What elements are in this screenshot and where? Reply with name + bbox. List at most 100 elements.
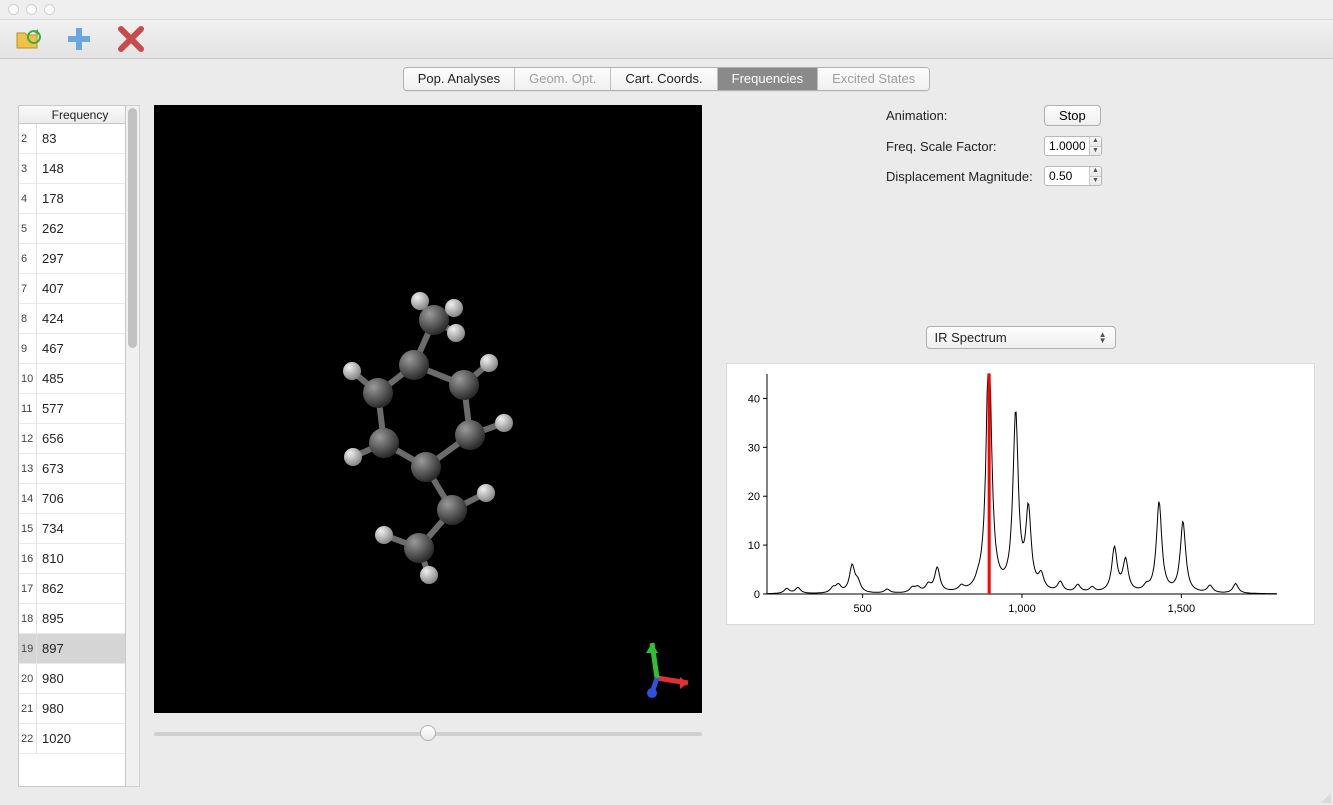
tab-frequencies[interactable]: Frequencies [718, 68, 819, 90]
spectrum-dropdown[interactable]: IR Spectrum ▲▼ [926, 326, 1116, 349]
displacement-field[interactable]: ▲ ▼ [1044, 166, 1102, 186]
row-value: 148 [37, 161, 125, 176]
molecule-viewer[interactable] [154, 105, 702, 713]
axis-gizmo-icon [622, 633, 692, 703]
minimize-icon[interactable] [26, 4, 37, 15]
titlebar [0, 0, 1333, 20]
row-value: 407 [37, 281, 125, 296]
table-row[interactable]: 221020 [19, 724, 125, 754]
table-row[interactable]: 19897 [19, 634, 125, 664]
displacement-stepper[interactable]: ▲ ▼ [1089, 167, 1101, 185]
row-value: 980 [37, 671, 125, 686]
add-icon[interactable] [64, 24, 94, 54]
svg-text:1,000: 1,000 [1008, 603, 1036, 615]
row-index: 12 [19, 424, 37, 453]
animation-label: Animation: [886, 108, 1044, 123]
table-row[interactable]: 283 [19, 124, 125, 154]
displacement-input[interactable] [1045, 167, 1089, 185]
svg-text:500: 500 [853, 603, 871, 615]
row-index: 8 [19, 304, 37, 333]
chevron-up-icon[interactable]: ▲ [1090, 137, 1101, 147]
table-row[interactable]: 10485 [19, 364, 125, 394]
toolbar [0, 20, 1333, 59]
row-value: 862 [37, 581, 125, 596]
row-value: 980 [37, 701, 125, 716]
close-icon[interactable] [8, 4, 19, 15]
tab-geom-opt: Geom. Opt. [515, 68, 611, 90]
scrollbar-thumb[interactable] [128, 108, 137, 348]
table-row[interactable]: 7407 [19, 274, 125, 304]
chevron-down-icon[interactable]: ▼ [1090, 177, 1101, 186]
workarea: Frequency 283314841785262629774078424946… [0, 91, 1333, 805]
table-row[interactable]: 20980 [19, 664, 125, 694]
table-row[interactable]: 9467 [19, 334, 125, 364]
row-index: 7 [19, 274, 37, 303]
table-row[interactable]: 8424 [19, 304, 125, 334]
row-index: 16 [19, 544, 37, 573]
delete-icon[interactable] [116, 24, 146, 54]
row-index: 11 [19, 394, 37, 423]
zoom-icon[interactable] [44, 4, 55, 15]
resize-grip-icon[interactable] [1317, 789, 1331, 803]
table-row[interactable]: 5262 [19, 214, 125, 244]
row-value: 656 [37, 431, 125, 446]
scale-factor-input[interactable] [1045, 137, 1089, 155]
table-row[interactable]: 15734 [19, 514, 125, 544]
row-index: 21 [19, 694, 37, 723]
row-value: 262 [37, 221, 125, 236]
chevron-up-icon[interactable]: ▲ [1090, 167, 1101, 177]
row-index: 17 [19, 574, 37, 603]
table-row[interactable]: 4178 [19, 184, 125, 214]
animation-slider[interactable] [154, 723, 702, 743]
scale-factor-stepper[interactable]: ▲ ▼ [1089, 137, 1101, 155]
row-value: 897 [37, 641, 125, 656]
row-value: 297 [37, 251, 125, 266]
row-value: 424 [37, 311, 125, 326]
row-value: 734 [37, 521, 125, 536]
viewer-panel [154, 105, 702, 787]
frequency-list-panel: Frequency 283314841785262629774078424946… [18, 105, 140, 787]
table-row[interactable]: 3148 [19, 154, 125, 184]
tab-pop-analyses[interactable]: Pop. Analyses [404, 68, 515, 90]
ir-spectrum-chart[interactable]: 0102030405001,0001,500 [726, 363, 1315, 625]
controls: Animation: Stop Freq. Scale Factor: ▲ ▼ … [726, 105, 1315, 196]
table-row[interactable]: 21980 [19, 694, 125, 724]
row-value: 895 [37, 611, 125, 626]
tab-cart-coords[interactable]: Cart. Coords. [611, 68, 717, 90]
animation-stop-button[interactable]: Stop [1044, 105, 1101, 126]
table-row[interactable]: 6297 [19, 244, 125, 274]
row-index: 2 [19, 124, 37, 153]
frequency-header: Frequency [35, 108, 125, 122]
row-value: 1020 [37, 731, 125, 746]
row-value: 467 [37, 341, 125, 356]
scale-factor-label: Freq. Scale Factor: [886, 139, 1044, 154]
table-row[interactable]: 17862 [19, 574, 125, 604]
row-index: 6 [19, 244, 37, 273]
svg-text:30: 30 [748, 442, 760, 454]
row-value: 83 [37, 131, 125, 146]
row-index: 9 [19, 334, 37, 363]
table-row[interactable]: 13673 [19, 454, 125, 484]
row-index: 5 [19, 214, 37, 243]
row-value: 810 [37, 551, 125, 566]
table-row[interactable]: 14706 [19, 484, 125, 514]
row-index: 22 [19, 724, 37, 753]
row-value: 706 [37, 491, 125, 506]
right-panel: Animation: Stop Freq. Scale Factor: ▲ ▼ … [716, 105, 1315, 787]
row-index: 4 [19, 184, 37, 213]
chevron-down-icon[interactable]: ▼ [1090, 147, 1101, 156]
row-index: 20 [19, 664, 37, 693]
table-row[interactable]: 18895 [19, 604, 125, 634]
row-value: 178 [37, 191, 125, 206]
table-row[interactable]: 16810 [19, 544, 125, 574]
table-row[interactable]: 11577 [19, 394, 125, 424]
tabstrip: Pop. AnalysesGeom. Opt.Cart. Coords.Freq… [0, 59, 1333, 91]
row-index: 3 [19, 154, 37, 183]
svg-text:1,500: 1,500 [1168, 603, 1196, 615]
open-file-icon[interactable] [14, 25, 42, 53]
frequency-table[interactable]: Frequency 283314841785262629774078424946… [18, 105, 126, 787]
scale-factor-field[interactable]: ▲ ▼ [1044, 136, 1102, 156]
vertical-scrollbar[interactable] [126, 105, 140, 787]
row-value: 485 [37, 371, 125, 386]
table-row[interactable]: 12656 [19, 424, 125, 454]
